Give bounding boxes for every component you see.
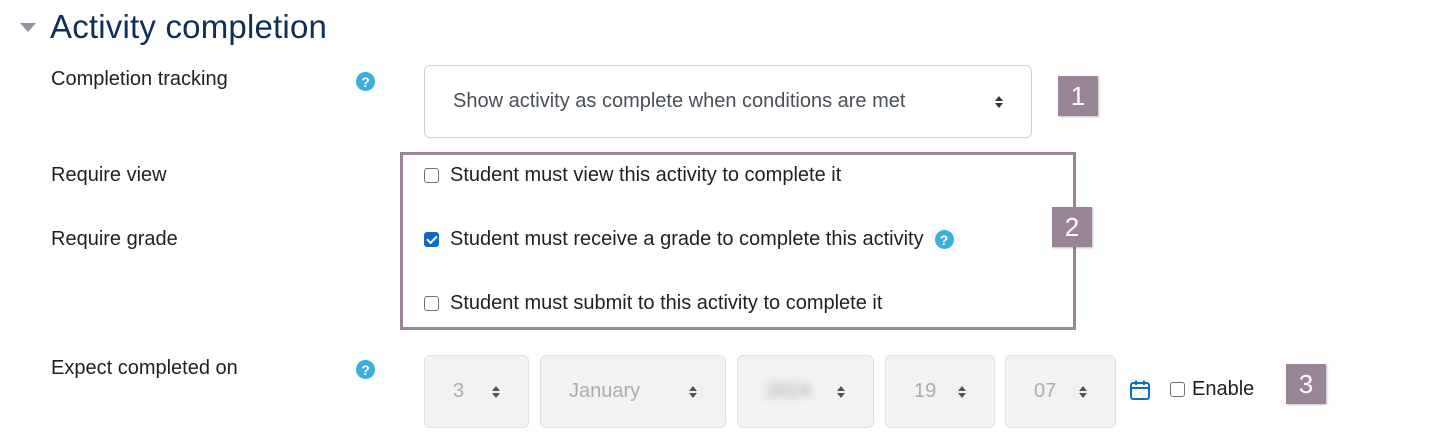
completion-tracking-select[interactable]: Show activity as complete when condition… — [424, 65, 1032, 138]
completion-tracking-label: Completion tracking — [51, 68, 228, 90]
enable-row[interactable]: Enable — [1170, 378, 1254, 401]
require-grade-label: Require grade — [51, 228, 178, 250]
section-title: Activity completion — [50, 8, 328, 45]
calendar-icon[interactable] — [1129, 379, 1151, 401]
require-view-label: Require view — [51, 164, 167, 186]
completion-tracking-value: Show activity as complete when condition… — [453, 90, 906, 112]
section-header[interactable]: Activity completion — [20, 8, 327, 46]
select-arrows-icon — [837, 385, 845, 398]
select-arrows-icon — [1079, 385, 1087, 398]
annotation-badge-2: 2 — [1052, 207, 1092, 247]
hour-value: 19 — [914, 380, 937, 402]
require-submit-checkbox-label[interactable]: Student must submit to this activity to … — [450, 292, 882, 315]
require-view-checkbox-label[interactable]: Student must view this activity to compl… — [450, 164, 841, 187]
year-value: 2024 — [766, 380, 811, 402]
minute-select[interactable]: 07 — [1005, 355, 1116, 428]
enable-checkbox[interactable] — [1170, 382, 1185, 397]
expect-completed-label: Expect completed on — [51, 357, 238, 379]
require-submit-checkbox[interactable] — [424, 296, 439, 311]
year-select[interactable]: 2024 — [737, 355, 874, 428]
require-grade-row[interactable]: Student must receive a grade to complete… — [424, 228, 954, 251]
require-view-row[interactable]: Student must view this activity to compl… — [424, 164, 841, 187]
select-arrows-icon — [492, 385, 500, 398]
expect-completed-help-icon[interactable]: ? — [356, 360, 375, 379]
select-arrows-icon — [958, 385, 966, 398]
day-value: 3 — [453, 380, 465, 402]
collapse-caret-icon[interactable] — [20, 22, 36, 32]
month-value: January — [569, 380, 641, 402]
select-arrows-icon — [995, 95, 1003, 108]
minute-value: 07 — [1034, 380, 1057, 402]
require-grade-checkbox-label[interactable]: Student must receive a grade to complete… — [450, 228, 924, 251]
require-submit-row[interactable]: Student must submit to this activity to … — [424, 292, 882, 315]
require-grade-checkbox[interactable] — [424, 232, 439, 247]
select-arrows-icon — [689, 385, 697, 398]
require-view-checkbox[interactable] — [424, 168, 439, 183]
annotation-badge-3: 3 — [1286, 364, 1326, 404]
annotation-badge-1: 1 — [1058, 76, 1098, 116]
enable-label[interactable]: Enable — [1192, 378, 1254, 401]
hour-select[interactable]: 19 — [885, 355, 995, 428]
completion-tracking-help-icon[interactable]: ? — [356, 72, 375, 91]
month-select[interactable]: January — [540, 355, 726, 428]
require-grade-help-icon[interactable]: ? — [934, 230, 954, 249]
activity-completion-page: Activity completion Completion tracking … — [0, 0, 1431, 447]
day-select[interactable]: 3 — [424, 355, 529, 428]
